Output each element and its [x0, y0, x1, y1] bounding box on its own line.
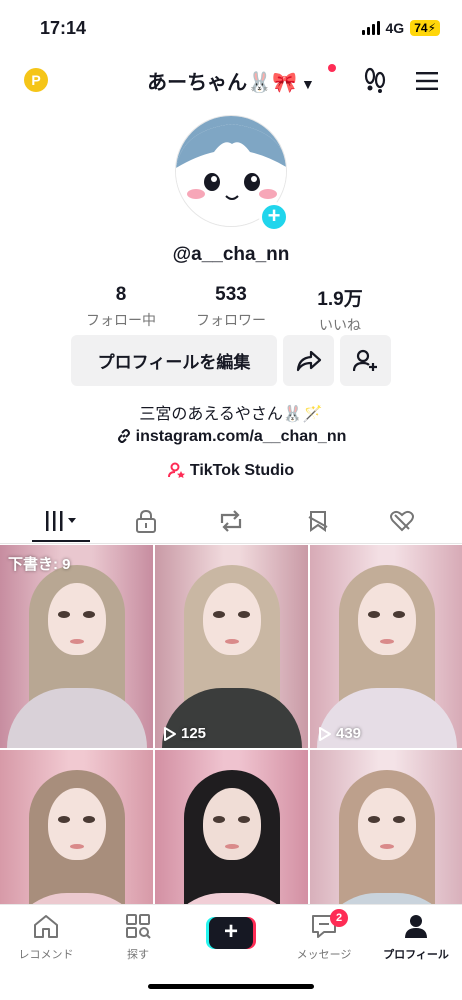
- chevron-down-icon: ▼: [300, 76, 315, 92]
- bio-link-text: instagram.com/a__chan_nn: [135, 428, 347, 445]
- inbox-badge: 2: [330, 909, 348, 927]
- following-count: 8: [115, 284, 127, 305]
- repost-icon: [220, 510, 242, 532]
- battery-icon: 74⚡: [410, 20, 440, 36]
- notification-dot: [328, 64, 336, 72]
- liked-icon: [390, 510, 414, 532]
- profile-bio: 三宮のあえるやさん🐰🪄: [139, 406, 323, 423]
- nav-home-label: レコメンド: [18, 949, 74, 961]
- view-count: 439: [318, 725, 361, 742]
- network-type: 4G: [385, 20, 405, 36]
- add-friend-button[interactable]: [340, 335, 391, 386]
- nav-inbox[interactable]: メッセージ: [278, 913, 370, 962]
- drafts-label: 下書き: 9: [8, 556, 71, 573]
- link-icon: [117, 429, 130, 443]
- signal-icon: [361, 21, 380, 35]
- menu-icon[interactable]: [416, 72, 438, 90]
- videos-grid-icon: [46, 511, 76, 531]
- tab-private[interactable]: [126, 506, 166, 536]
- battery-level: 74: [414, 21, 428, 35]
- studio-icon: [167, 462, 185, 478]
- nav-profile-label: プロフィール: [383, 949, 449, 961]
- plus-icon: +: [209, 917, 253, 949]
- play-icon: [164, 726, 176, 741]
- edit-profile-button[interactable]: プロフィールを編集: [71, 335, 277, 386]
- create-button[interactable]: +: [206, 917, 256, 949]
- nav-home[interactable]: レコメンド: [0, 913, 92, 962]
- video-thumbnail[interactable]: 125: [155, 545, 308, 748]
- likes-label: いいね: [319, 317, 361, 333]
- status-bar: 17:14 4G 74⚡: [0, 0, 462, 56]
- followers-stat[interactable]: 533 フォロワー: [181, 284, 281, 330]
- saved-icon: [308, 511, 328, 532]
- followers-label: フォロワー: [196, 312, 266, 328]
- footprint-icon[interactable]: [362, 66, 388, 94]
- tab-reposts[interactable]: [211, 506, 251, 536]
- view-count: 125: [163, 725, 206, 742]
- view-count-value: 125: [181, 725, 207, 742]
- nav-discover[interactable]: 探す: [92, 913, 184, 962]
- nav-inbox-label: メッセージ: [296, 949, 352, 961]
- account-switcher[interactable]: あーちゃん🐰🎀 ▼: [0, 66, 462, 95]
- view-count-value: 439: [336, 725, 362, 742]
- tiktok-studio-link[interactable]: TikTok Studio: [0, 462, 462, 480]
- following-stat[interactable]: 8 フォロー中: [71, 284, 171, 330]
- video-thumbnail[interactable]: 下書き: 9: [0, 545, 153, 748]
- username-label: あーちゃん🐰🎀: [147, 72, 297, 94]
- profile-handle: @a__cha_nn: [172, 244, 290, 265]
- active-tab-indicator: [32, 540, 90, 542]
- add-friend-icon: [352, 349, 377, 371]
- studio-label: TikTok Studio: [189, 462, 295, 479]
- following-label: フォロー中: [86, 312, 156, 328]
- home-indicator: [148, 984, 314, 989]
- status-time: 17:14: [40, 18, 87, 38]
- tab-saved[interactable]: [298, 506, 338, 536]
- nav-discover-label: 探す: [127, 949, 149, 961]
- likes-count: 1.9万: [317, 289, 363, 310]
- profile-header: P あーちゃん🐰🎀 ▼: [0, 56, 462, 106]
- nav-profile[interactable]: プロフィール: [370, 913, 462, 962]
- video-thumbnail[interactable]: 439: [310, 545, 462, 748]
- likes-stat[interactable]: 1.9万 いいね: [290, 284, 390, 335]
- profile-tabs: [0, 500, 462, 544]
- tab-videos[interactable]: [40, 506, 84, 536]
- play-icon: [319, 726, 331, 741]
- bio-link[interactable]: instagram.com/a__chan_nn: [0, 428, 462, 446]
- followers-count: 533: [215, 284, 247, 305]
- status-indicators: 4G 74⚡: [361, 20, 440, 36]
- tab-liked[interactable]: [382, 506, 422, 536]
- add-story-button[interactable]: +: [259, 202, 289, 232]
- share-profile-button[interactable]: [283, 335, 334, 386]
- home-icon: [34, 915, 58, 938]
- profile-icon: [405, 915, 427, 938]
- discover-icon: [126, 914, 151, 939]
- lock-icon: [136, 509, 156, 533]
- share-icon: [296, 350, 321, 371]
